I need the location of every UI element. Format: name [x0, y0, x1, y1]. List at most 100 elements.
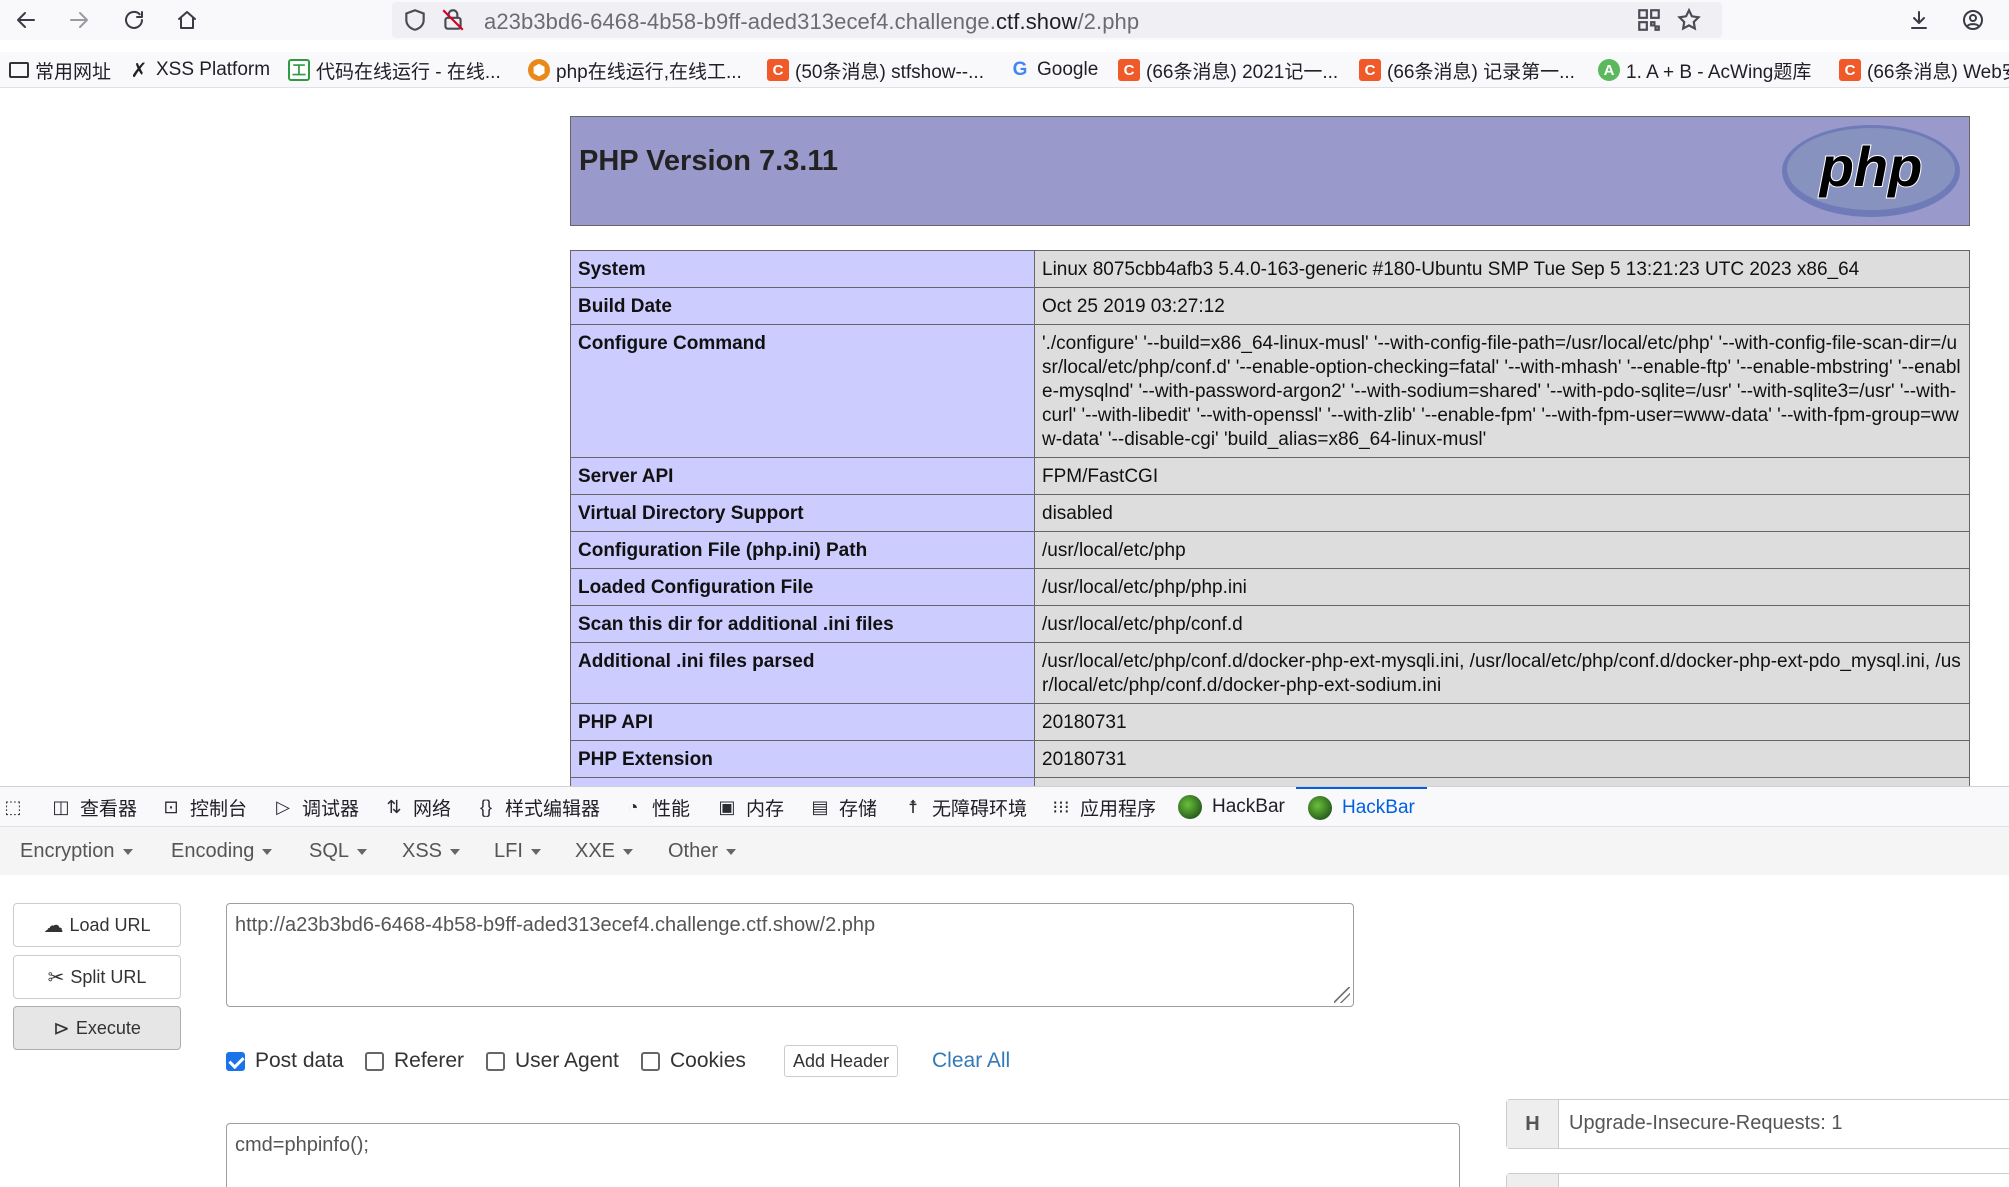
tab-hackbar[interactable]: HackBar [1178, 787, 1285, 827]
bookmark-label: 常用网址 [35, 61, 112, 83]
tab-debugger[interactable]: ▷ 调试器 [272, 787, 359, 827]
user-agent-checkbox[interactable]: User Agent [486, 1049, 619, 1073]
post-data-checkbox[interactable]: Post data [226, 1049, 344, 1073]
address-bar[interactable]: a23b3bd6-6468-4b58-b9ff-aded313ecef4.cha… [392, 2, 1722, 38]
google-icon: G [1012, 59, 1028, 80]
checkbox-box[interactable] [641, 1051, 660, 1071]
menu-sql[interactable]: SQL [309, 840, 367, 863]
tab-style-editor[interactable]: {} 样式编辑器 [475, 787, 600, 827]
qr-code-icon[interactable] [1636, 7, 1662, 33]
add-header-button[interactable]: Add Header [784, 1045, 899, 1077]
info-row: Build Date Oct 25 2019 03:27:12 [570, 287, 1970, 325]
tab-label: 调试器 [302, 798, 360, 820]
shield-icon[interactable] [402, 7, 428, 33]
split-url-button[interactable]: ✂ Split URL [13, 955, 181, 999]
tab-application[interactable]: ⁝⁝⁝ 应用程序 [1050, 787, 1156, 827]
info-value: /usr/local/etc/php/conf.d [1034, 605, 1970, 643]
info-row: Configuration File (php.ini) Path/usr/lo… [570, 531, 1970, 569]
clear-all-link[interactable]: Clear All [932, 1049, 1010, 1073]
header-value-input[interactable]: Upgrade-Insecure-Requests: 1 [1569, 1112, 1842, 1135]
tab-hackbar-active[interactable]: HackBar [1296, 787, 1427, 827]
browser-toolbar: a23b3bd6-6468-4b58-b9ff-aded313ecef4.cha… [0, 0, 2009, 40]
tab-label: 样式编辑器 [505, 798, 601, 820]
accessibility-icon: ☨ [908, 796, 918, 817]
load-url-button[interactable]: ☁ Load URL [13, 903, 181, 947]
home-button[interactable] [172, 5, 202, 35]
tab-label: 网络 [413, 798, 452, 820]
tab-performance[interactable]: ◔ 性能 [622, 787, 690, 827]
bookmark-label: (66条消息) 记录第一... [1387, 61, 1575, 83]
bookmark-item[interactable]: C (66条消息) Web安 [1839, 57, 2009, 83]
info-value: /usr/local/etc/php/conf.d/docker-php-ext… [1034, 642, 1970, 704]
menu-encryption[interactable]: Encryption [20, 840, 133, 863]
tab-label: HackBar [1342, 797, 1415, 818]
checkbox-box[interactable] [365, 1051, 384, 1071]
checkbox-box[interactable] [226, 1051, 245, 1071]
debugger-icon: ▷ [276, 796, 290, 817]
bookmark-item[interactable]: G Google [1009, 57, 1099, 83]
tab-memory[interactable]: ▣ 内存 [716, 787, 784, 827]
menu-other[interactable]: Other [668, 840, 736, 863]
scissors-icon: ✂ [47, 966, 65, 989]
header-row: H Upgrade-Insecure-Requests: 1 [1506, 1099, 2009, 1149]
info-row: Scan this dir for additional .ini files /… [570, 605, 1970, 643]
tab-console[interactable]: ⊡ 控制台 [160, 787, 247, 827]
tab-label: 应用程序 [1080, 798, 1157, 820]
execute-button[interactable]: ⊳ Execute [13, 1006, 181, 1050]
tab-storage[interactable]: ▤ 存储 [809, 787, 877, 827]
csdn-icon: C [1359, 59, 1381, 81]
info-row [570, 777, 1970, 786]
inspector-icon: ◫ [52, 796, 70, 817]
application-icon: ⁝⁝⁝ [1052, 796, 1070, 817]
performance-icon: ◔ [627, 796, 639, 817]
cookies-checkbox[interactable]: Cookies [641, 1049, 746, 1073]
info-row: Loaded Configuration File/usr/local/etc/… [570, 568, 1970, 606]
post-body-textarea[interactable]: cmd=phpinfo(); [226, 1123, 1460, 1187]
menu-xxe[interactable]: XXE [575, 840, 633, 863]
bookmark-item[interactable]: ⬢ php在线运行,在线工... [528, 57, 742, 83]
info-value: /usr/local/etc/php/php.ini [1034, 568, 1970, 606]
bookmark-item[interactable]: C (66条消息) 2021记一... [1118, 57, 1338, 83]
tab-network[interactable]: ⇅ 网络 [383, 787, 451, 827]
bookmark-folder[interactable]: 常用网址 [9, 57, 111, 83]
bookmark-item[interactable]: C (66条消息) 记录第一... [1359, 57, 1575, 83]
element-picker-button[interactable]: ⬚ [2, 787, 32, 827]
home-icon [178, 11, 196, 29]
php-info-table: System Linux 8075cbb4afb3 5.4.0-163-gener… [570, 250, 1970, 786]
info-value: 20180731 [1034, 703, 1970, 741]
memory-icon: ▣ [718, 796, 736, 817]
back-button[interactable] [11, 5, 41, 35]
menu-encoding[interactable]: Encoding [171, 840, 272, 863]
info-value: FPM/FastCGI [1034, 457, 1970, 495]
console-icon: ⊡ [163, 796, 179, 817]
info-key: Additional .ini files parsed [570, 642, 1035, 704]
bookmark-label: XSS Platform [156, 59, 271, 80]
bookmark-item[interactable]: ✗ XSS Platform [128, 57, 270, 83]
url-textarea[interactable]: http://a23b3bd6-6468-4b58-b9ff-aded313ec… [226, 903, 1354, 1007]
reload-icon [125, 10, 143, 29]
header-row-empty [1506, 1173, 2009, 1187]
reload-button[interactable] [119, 5, 149, 35]
account-icon [1963, 10, 1983, 30]
checkbox-box[interactable] [486, 1051, 505, 1071]
tab-label: 性能 [652, 798, 691, 820]
account-button[interactable] [1958, 5, 1988, 35]
bookmark-star-icon[interactable] [1676, 7, 1702, 33]
referer-checkbox[interactable]: Referer [365, 1049, 464, 1073]
url-text[interactable]: a23b3bd6-6468-4b58-b9ff-aded313ecef4.cha… [484, 9, 1139, 35]
forward-button[interactable] [64, 5, 94, 35]
csdn-icon: C [1118, 59, 1140, 81]
insecure-lock-icon[interactable] [440, 7, 466, 33]
menu-xss[interactable]: XSS [402, 840, 460, 863]
tab-inspector[interactable]: ◫ 查看器 [50, 787, 137, 827]
downloads-button[interactable] [1904, 5, 1934, 35]
menu-lfi[interactable]: LFI [494, 840, 541, 863]
bookmark-item[interactable]: A 1. A + B - AcWing题库 [1598, 57, 1811, 83]
arrow-right-icon [70, 12, 88, 28]
tab-accessibility[interactable]: ☨ 无障碍环境 [902, 787, 1027, 827]
play-circle-icon: ⊳ [53, 1017, 70, 1040]
bookmark-label: 1. A + B - AcWing题库 [1626, 61, 1812, 83]
cloud-download-icon: ☁ [43, 914, 64, 937]
bookmark-item[interactable]: C (50条消息) stfshow--... [767, 57, 984, 83]
bookmark-item[interactable]: 工 代码在线运行 - 在线... [288, 57, 501, 83]
